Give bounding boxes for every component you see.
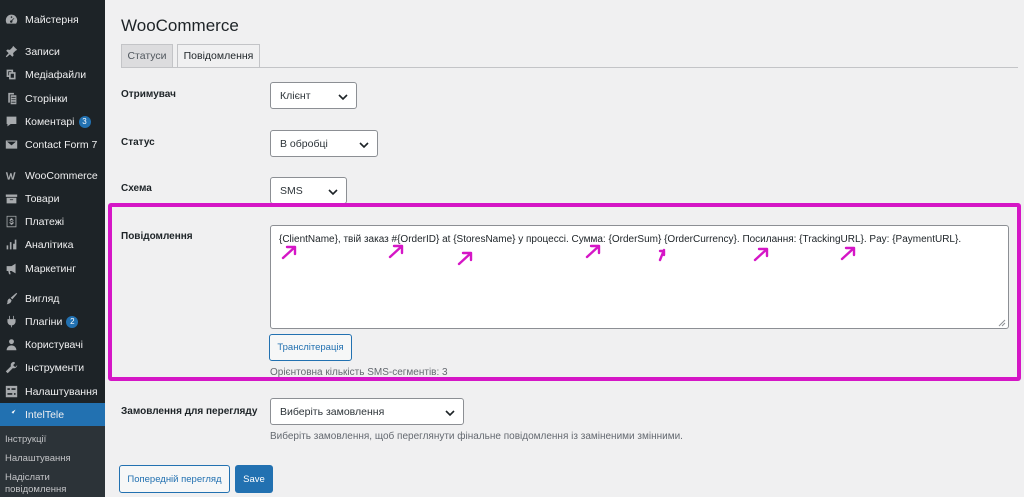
mail-icon xyxy=(5,138,18,151)
annotation-arrow-icon xyxy=(840,245,858,261)
menu-label: Інструменти xyxy=(25,361,85,374)
menu-item-plugins[interactable]: Плагіни 2 xyxy=(0,310,105,333)
recipient-select[interactable]: Клієнт xyxy=(270,82,357,109)
annotation-arrow-icon xyxy=(281,244,299,260)
recipient-label: Отримувач xyxy=(121,89,176,100)
menu-label: Плагіни xyxy=(25,315,63,328)
menu-item-inteltele[interactable]: IntelTele xyxy=(0,403,105,426)
menu-label: Налаштування xyxy=(25,385,98,398)
annotation-highlight-box xyxy=(108,203,1021,381)
media-icon xyxy=(5,68,18,81)
analytics-icon xyxy=(5,238,18,251)
woocommerce-icon xyxy=(5,169,18,182)
tools-icon xyxy=(5,361,18,374)
submenu-item-send-message[interactable]: Надіслати повідомлення xyxy=(5,472,85,496)
megaphone-icon xyxy=(5,262,18,275)
menu-label: Коментарі xyxy=(25,115,75,128)
submenu-item-instructions[interactable]: Інструкції xyxy=(5,434,46,446)
status-label: Статус xyxy=(121,137,155,148)
page-title: WooCommerce xyxy=(121,16,239,35)
menu-item-users[interactable]: Користувачі xyxy=(0,333,105,356)
preview-order-hint: Виберіть замовлення, щоб переглянути фін… xyxy=(270,431,683,442)
menu-item-settings[interactable]: Налаштування xyxy=(0,380,105,403)
menu-item-analytics[interactable]: Аналітика xyxy=(0,233,105,256)
chevron-down-icon xyxy=(338,92,348,101)
menu-item-marketing[interactable]: Маркетинг xyxy=(0,257,105,280)
main-content: WooCommerce Статуси Повідомлення Отримув… xyxy=(105,0,1024,497)
menu-label: Майстерня xyxy=(25,13,79,26)
menu-item-contact-form[interactable]: Contact Form 7 xyxy=(0,133,105,156)
tab-messages[interactable]: Повідомлення xyxy=(177,44,260,68)
brush-icon xyxy=(5,292,18,305)
menu-label: Вигляд xyxy=(25,292,60,305)
menu-label: Користувачі xyxy=(25,338,83,351)
menu-item-comments[interactable]: Коментарі 3 xyxy=(0,110,105,133)
menu-item-appearance[interactable]: Вигляд xyxy=(0,287,105,310)
preview-button[interactable]: Попередній перегляд xyxy=(119,465,230,493)
menu-label: IntelTele xyxy=(25,408,65,421)
menu-label: Сторінки xyxy=(25,92,68,105)
pages-icon xyxy=(5,92,18,105)
menu-label: Товари xyxy=(25,192,60,205)
scheme-select[interactable]: SMS xyxy=(270,177,347,204)
plugin-icon xyxy=(5,315,18,328)
annotation-arrow-icon xyxy=(653,246,671,262)
menu-item-woocommerce[interactable]: WooCommerce xyxy=(0,164,105,187)
menu-label: Contact Form 7 xyxy=(25,138,98,151)
chevron-down-icon xyxy=(328,187,338,196)
admin-sidebar: Майстерня Записи Медіафайли Сторінки Ком… xyxy=(0,0,105,497)
annotation-arrow-icon xyxy=(753,246,771,262)
menu-label: Записи xyxy=(25,45,60,58)
menu-item-dashboard[interactable]: Майстерня xyxy=(0,8,105,31)
menu-item-posts[interactable]: Записи xyxy=(0,40,105,63)
annotation-arrow-icon xyxy=(457,250,475,266)
settings-icon xyxy=(5,385,18,398)
status-select[interactable]: В обробці xyxy=(270,130,378,157)
menu-label: Медіафайли xyxy=(25,68,87,81)
inteltele-icon xyxy=(5,408,18,421)
comments-icon xyxy=(5,115,18,128)
status-value: В обробці xyxy=(280,137,328,150)
inteltele-submenu: Інструкції Налаштування Надіслати повідо… xyxy=(0,426,105,497)
menu-label: Маркетинг xyxy=(25,262,77,275)
menu-item-media[interactable]: Медіафайли xyxy=(0,63,105,86)
pin-icon xyxy=(5,45,18,58)
preview-order-value: Виберіть замовлення xyxy=(280,405,385,418)
payments-icon xyxy=(5,215,18,228)
preview-order-label: Замовлення для перегляду xyxy=(121,406,258,417)
save-button[interactable]: Save xyxy=(235,465,273,493)
menu-item-pages[interactable]: Сторінки xyxy=(0,87,105,110)
menu-item-tools[interactable]: Інструменти xyxy=(0,356,105,379)
menu-label: Платежі xyxy=(25,215,65,228)
dashboard-icon xyxy=(5,13,18,26)
recipient-value: Клієнт xyxy=(280,89,311,102)
tab-divider xyxy=(121,67,1018,68)
submenu-item-settings[interactable]: Налаштування xyxy=(5,453,71,465)
menu-item-products[interactable]: Товари xyxy=(0,187,105,210)
annotation-arrow-icon xyxy=(388,243,406,259)
menu-label: Аналітика xyxy=(25,238,74,251)
menu-label: WooCommerce xyxy=(25,169,98,182)
preview-order-select[interactable]: Виберіть замовлення xyxy=(270,398,464,425)
tab-statuses[interactable]: Статуси xyxy=(121,44,173,68)
plugins-count-badge: 2 xyxy=(66,315,79,328)
comments-count-badge: 3 xyxy=(78,115,91,128)
annotation-arrow-icon xyxy=(585,243,603,259)
scheme-value: SMS xyxy=(280,184,303,197)
menu-item-payments[interactable]: Платежі xyxy=(0,210,105,233)
users-icon xyxy=(5,338,18,351)
scheme-label: Схема xyxy=(121,183,152,194)
chevron-down-icon xyxy=(445,408,455,417)
products-icon xyxy=(5,192,18,205)
chevron-down-icon xyxy=(359,140,369,149)
